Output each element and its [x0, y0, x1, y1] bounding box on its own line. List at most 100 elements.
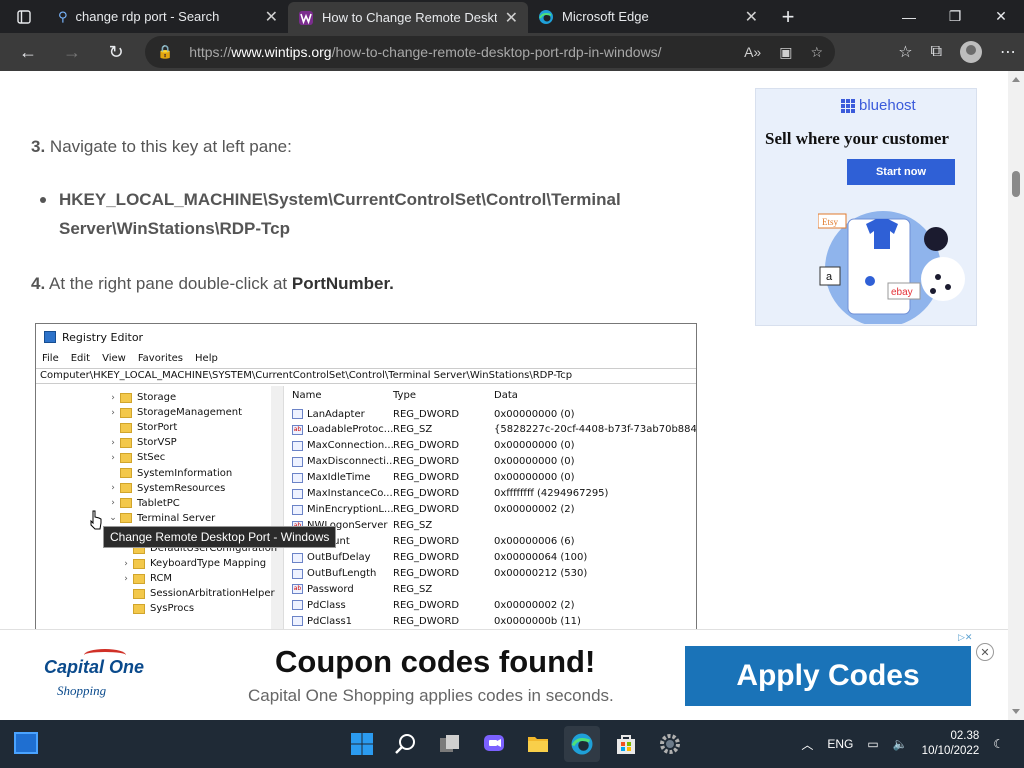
clock-date: 10/10/2022 [921, 745, 980, 757]
language-indicator[interactable]: ENG [827, 737, 853, 751]
url-protocol: https:// [189, 44, 232, 60]
value-type: REG_SZ [393, 520, 433, 532]
step-text: At the right pane double-click at [48, 274, 292, 293]
chat-button[interactable] [476, 726, 512, 762]
value-data: 0x00000000 (0) [494, 472, 575, 484]
new-tab-button[interactable]: + [768, 0, 808, 33]
ad-headline: Sell where your customer [765, 129, 949, 148]
tree-item-label: TabletPC [137, 497, 180, 509]
apply-codes-button[interactable]: Apply Codes [685, 646, 971, 706]
string-value-icon: ab [292, 584, 303, 595]
step-3: 3. Navigate to this key at left pane: [31, 137, 292, 157]
store-button[interactable] [608, 726, 644, 762]
tree-item: › StorVSP [106, 435, 177, 450]
notifications-icon[interactable]: ☾ [993, 737, 1004, 751]
tree-item-label: StorVSP [137, 437, 177, 449]
collections-icon[interactable]: ⧉ [931, 43, 942, 61]
tab-actions-icon [17, 9, 31, 24]
tab-close-icon[interactable]: ✕ [265, 7, 278, 27]
minimize-button[interactable]: — [886, 0, 932, 33]
close-ad-icon[interactable]: ✕ [976, 643, 994, 661]
value-data: 0x00000212 (530) [494, 568, 588, 579]
dword-value-icon [292, 504, 303, 515]
registry-value-row: PdClass REG_DWORD 0x00000002 (2) [292, 597, 575, 613]
volume-icon[interactable]: 🔈 [893, 737, 908, 751]
chevron-up-icon[interactable]: ︿ [801, 736, 813, 753]
restore-button[interactable]: ❐ [932, 0, 978, 33]
url-host: www.wintips.org [231, 44, 332, 60]
refresh-button[interactable]: ↻ [94, 33, 138, 71]
value-data: 0xffffffff (4294967295) [494, 488, 609, 500]
value-name: MaxIdleTime [307, 472, 371, 484]
registry-value-row: PdClass1 REG_DWORD 0x0000000b (11) [292, 613, 581, 629]
close-icon: ✕ [995, 8, 1007, 24]
mouse-cursor-icon [90, 510, 102, 530]
store-icon [617, 735, 635, 754]
regedit-titlebar: Registry Editor [36, 324, 696, 350]
network-icon[interactable]: ▭ [867, 737, 878, 751]
start-now-button[interactable]: Start now [847, 159, 955, 185]
taskbar-apps [344, 726, 688, 762]
tree-item: › StSec [106, 450, 165, 465]
read-aloud-icon[interactable]: A» [744, 44, 761, 60]
tree-item-label: Storage [137, 392, 177, 403]
window-controls: — ❐ ✕ [886, 0, 1024, 33]
value-type: REG_DWORD [393, 472, 460, 484]
folder-icon [120, 437, 132, 448]
clock[interactable]: 02.38 10/10/2022 [922, 729, 980, 759]
registry-editor-screenshot: Registry Editor File Edit View Favorites… [35, 323, 697, 629]
tree-item-label: SystemResources [137, 482, 226, 494]
scroll-thumb[interactable] [1012, 171, 1020, 197]
value-name: MaxDisconnecti... [307, 456, 396, 468]
regedit-values-list: Name Type Data LanAdapter REG_DWORD 0x0000… [288, 386, 696, 629]
scroll-up-icon[interactable] [1012, 77, 1020, 82]
value-name: MaxConnection... [307, 440, 394, 452]
tab-search[interactable]: ⚲ change rdp port - Search ✕ [48, 0, 288, 33]
regedit-address: Computer\HKEY_LOCAL_MACHINE\SYSTEM\Curre… [36, 368, 696, 384]
start-button[interactable] [344, 726, 380, 762]
widgets-icon[interactable] [14, 732, 38, 754]
close-window-button[interactable]: ✕ [978, 0, 1024, 33]
url-path: /how-to-change-remote-desktop-port-rdp-i… [331, 44, 662, 60]
lock-icon: 🔒 [157, 44, 174, 59]
add-favorite-icon[interactable]: ☆ [810, 44, 823, 61]
windows-icon [351, 733, 373, 755]
dword-value-icon [292, 600, 303, 611]
file-explorer-button[interactable] [520, 726, 556, 762]
value-data: 0x00000000 (0) [494, 440, 575, 452]
forward-button[interactable]: → [50, 33, 94, 71]
back-button[interactable]: ← [6, 33, 50, 71]
tab-close-icon[interactable]: ✕ [745, 7, 758, 27]
address-bar[interactable]: 🔒 https:// www.wintips.org /how-to-chang… [145, 36, 835, 68]
settings-button[interactable] [652, 726, 688, 762]
bluehost-logo: bluehost [841, 97, 916, 114]
reading-view-icon[interactable]: ▣ [779, 44, 792, 61]
task-view-button[interactable] [432, 726, 468, 762]
regedit-menu-item: Edit [70, 352, 91, 364]
dword-value-icon [292, 552, 303, 563]
tree-item: › StorageManagement [106, 405, 242, 420]
favorites-icon[interactable]: ☆ [898, 42, 912, 62]
capital-one-ad[interactable]: ▷✕ Capital One Shopping Coupon codes fou… [0, 629, 1008, 720]
tree-item: StorPort [106, 420, 177, 435]
more-menu-icon[interactable]: ⋯ [1000, 42, 1016, 62]
scroll-down-icon[interactable] [1012, 709, 1020, 714]
tab-edge[interactable]: Microsoft Edge ✕ [528, 0, 768, 33]
value-type: REG_SZ [393, 583, 433, 595]
tree-item-label: StorPort [137, 422, 178, 434]
value-type: REG_SZ [393, 424, 433, 436]
search-button[interactable] [388, 726, 424, 762]
tab-close-icon[interactable]: ✕ [505, 8, 518, 28]
edge-button[interactable] [564, 726, 600, 762]
tab-actions-button[interactable] [0, 0, 48, 33]
page-scrollbar[interactable] [1008, 71, 1024, 720]
dword-value-icon [292, 409, 303, 419]
value-type: REG_DWORD [393, 440, 460, 452]
folder-icon [120, 483, 132, 494]
tab-strip: ⚲ change rdp port - Search ✕ How to Chan… [0, 0, 1024, 33]
tab-wintips[interactable]: How to Change Remote Desktop ✕ [288, 2, 528, 33]
bluehost-ad[interactable]: bluehost Sell where your customer Start … [755, 88, 977, 326]
search-icon [395, 734, 415, 754]
profile-avatar[interactable] [960, 41, 982, 63]
value-type: REG_DWORD [393, 615, 460, 627]
